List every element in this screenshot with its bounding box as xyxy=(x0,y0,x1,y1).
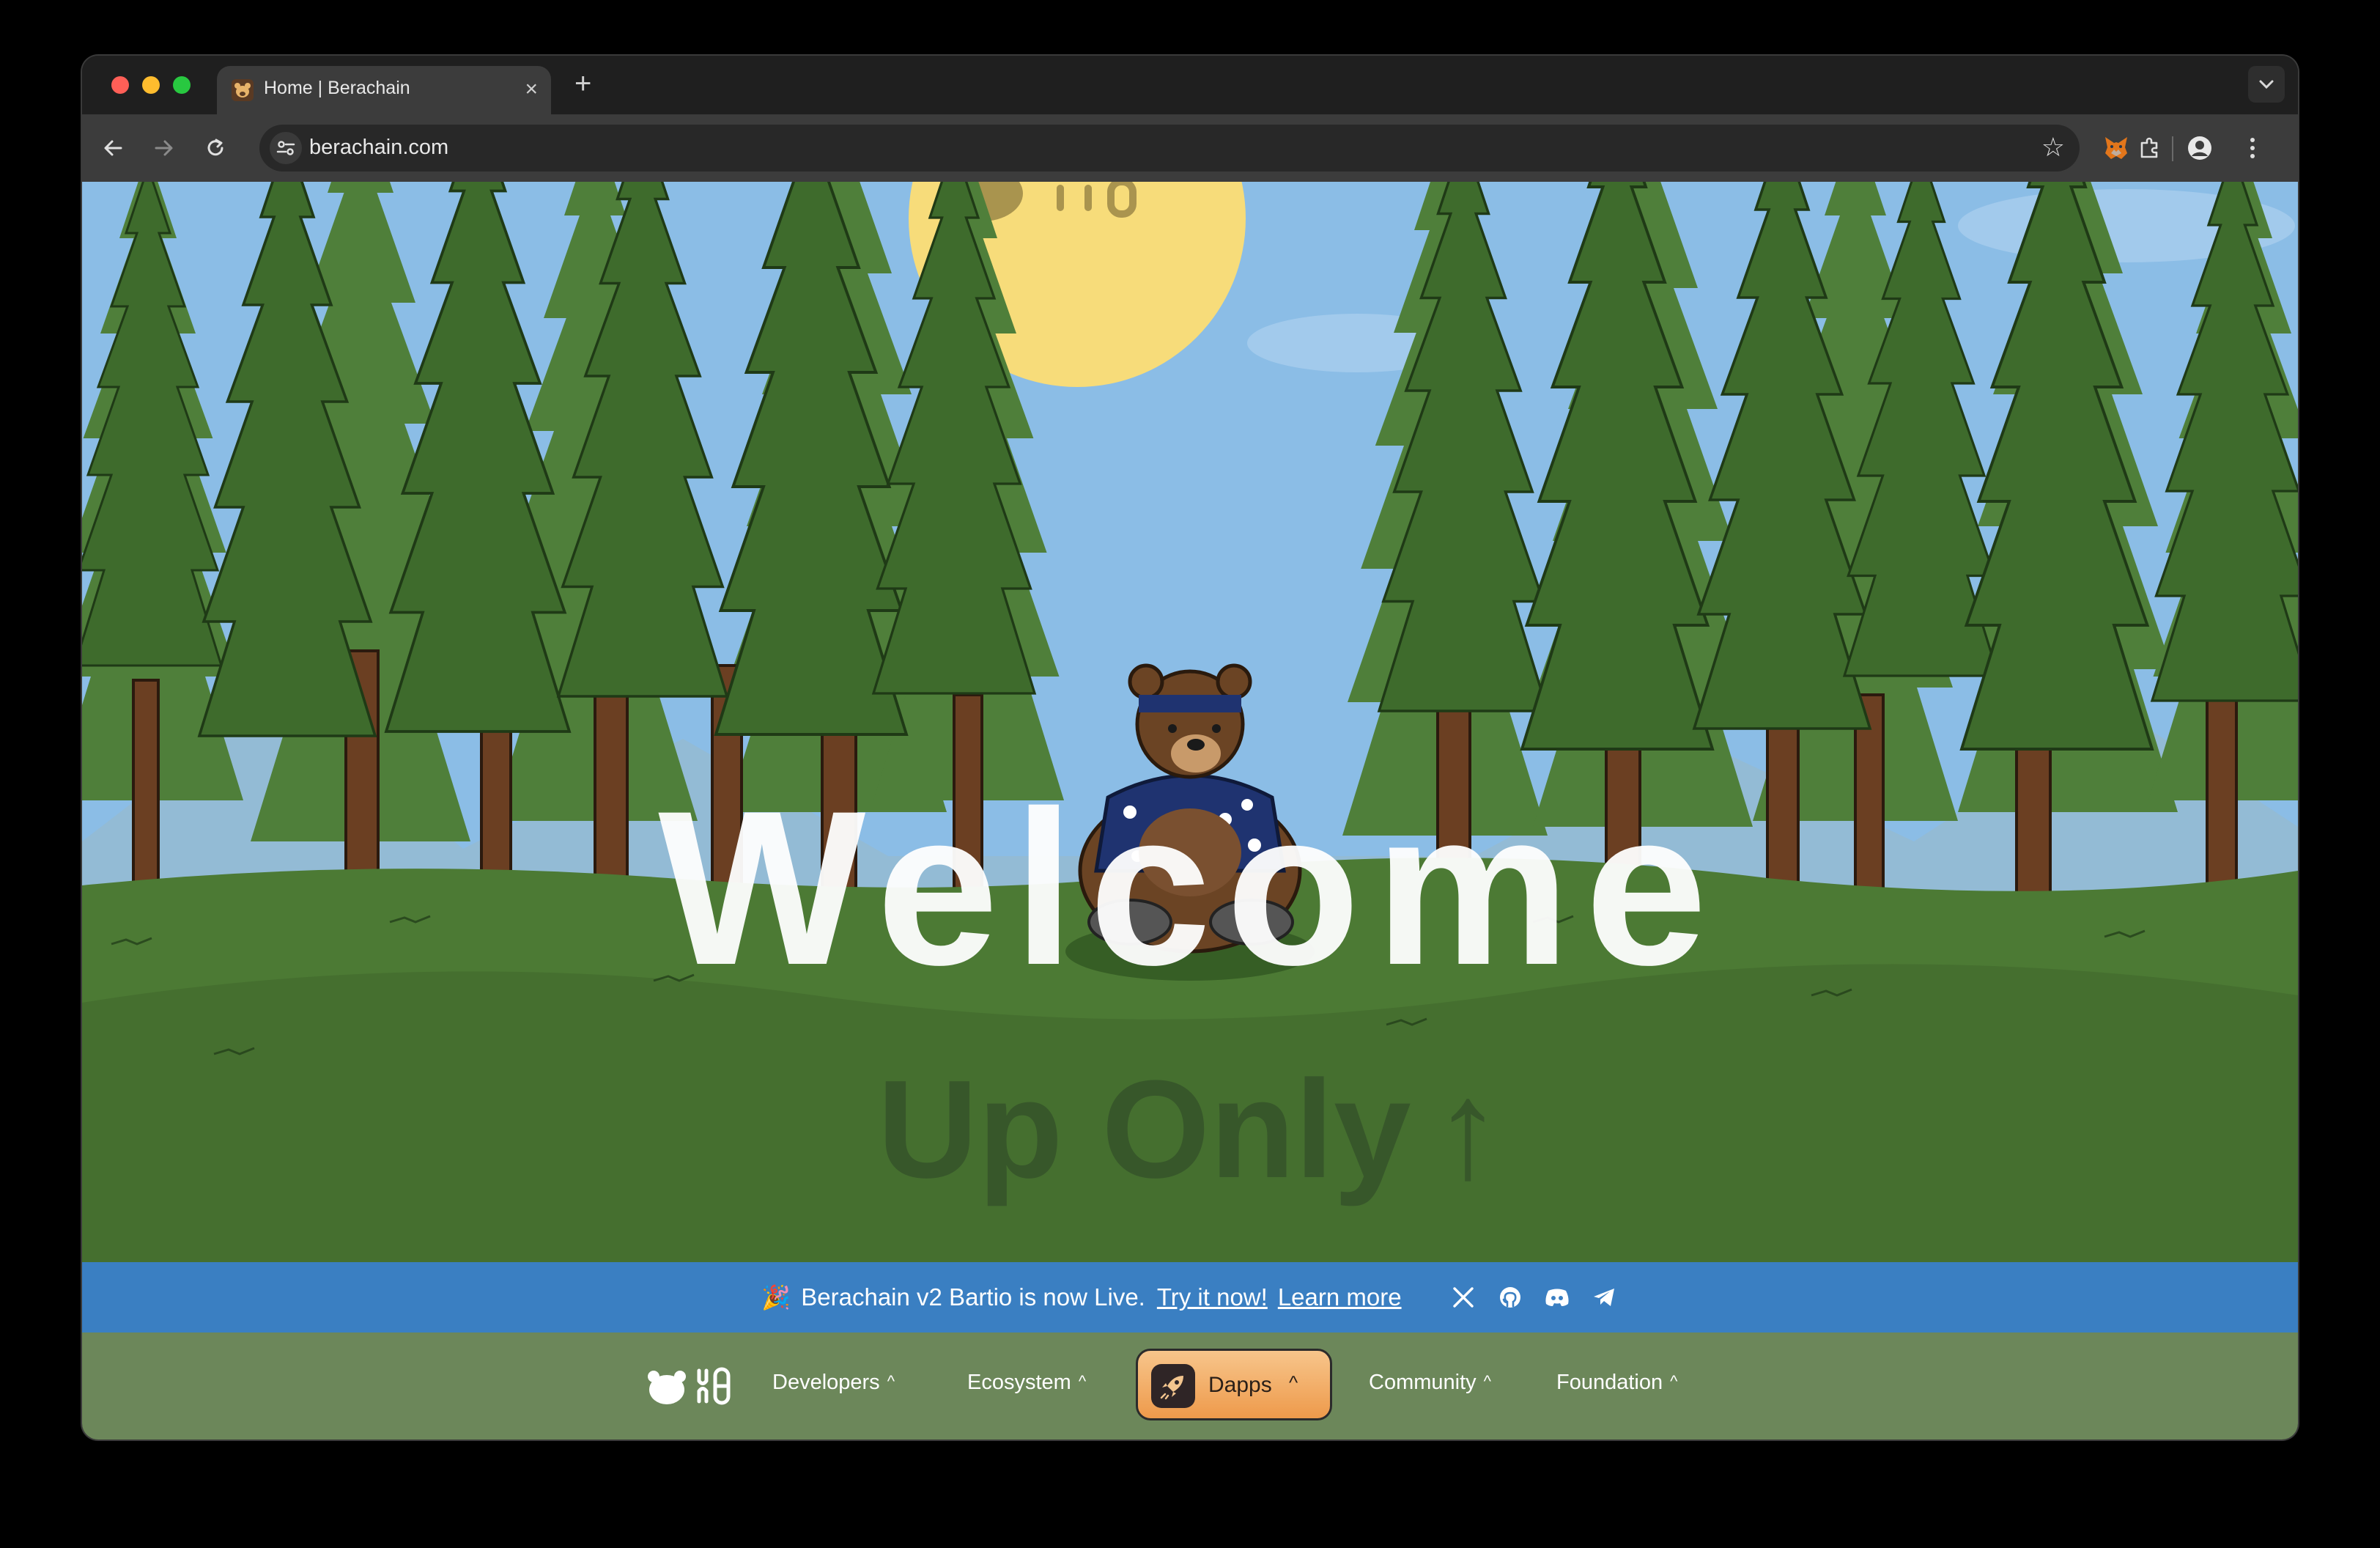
nav-ecosystem-label: Ecosystem xyxy=(967,1371,1071,1394)
nav-community[interactable]: Community ^ xyxy=(1369,1371,1491,1395)
nav-dapps-label: Dapps xyxy=(1208,1373,1272,1397)
up-arrow-icon: ↑ xyxy=(1433,1052,1503,1207)
reload-icon[interactable] xyxy=(199,132,232,164)
close-window-button[interactable] xyxy=(111,76,129,94)
tab-close-icon[interactable]: × xyxy=(525,76,538,103)
announcement-message: Berachain v2 Bartio is now Live. xyxy=(801,1283,1145,1311)
extensions-puzzle-icon[interactable] xyxy=(2134,132,2166,164)
rocket-icon xyxy=(1151,1364,1195,1408)
tab-title: Home | Berachain xyxy=(264,78,410,98)
new-tab-icon[interactable]: + xyxy=(574,67,591,100)
berachain-favicon-icon xyxy=(232,79,254,101)
nav-developers[interactable]: Developers ^ xyxy=(772,1371,895,1395)
minimize-window-button[interactable] xyxy=(142,76,160,94)
nav-foundation[interactable]: Foundation ^ xyxy=(1556,1371,1677,1395)
bottom-navigation: Developers ^ Ecosystem ^ Dapps ^ Community… xyxy=(82,1333,2298,1440)
learn-more-link[interactable]: Learn more xyxy=(1278,1283,1402,1311)
berachain-logo-icon[interactable] xyxy=(646,1362,734,1410)
hero-headline-text: Up Only xyxy=(877,1052,1411,1207)
chevron-up-icon: ^ xyxy=(1483,1372,1491,1390)
chevron-up-icon: ^ xyxy=(887,1372,895,1390)
github-icon[interactable] xyxy=(1496,1283,1525,1312)
chevron-up-icon: ^ xyxy=(1289,1371,1298,1393)
toolbar-divider xyxy=(2172,136,2173,161)
nav-foundation-label: Foundation xyxy=(1556,1371,1663,1394)
tab-home-berachain[interactable]: Home | Berachain × xyxy=(217,66,551,114)
chevron-up-icon: ^ xyxy=(1078,1372,1087,1390)
hero-headline: Up Only ↑ xyxy=(82,1050,2298,1209)
nav-community-label: Community xyxy=(1369,1371,1477,1394)
zoom-window-button[interactable] xyxy=(173,76,191,94)
metamask-extension-icon[interactable] xyxy=(2100,132,2132,164)
bookmark-star-icon[interactable]: ☆ xyxy=(2041,130,2065,164)
browser-toolbar: berachain.com ☆ xyxy=(82,114,2298,182)
back-arrow-icon[interactable] xyxy=(97,132,129,164)
site-info-icon[interactable] xyxy=(270,132,302,164)
kebab-menu-icon[interactable] xyxy=(2236,132,2269,164)
announcement-banner: 🎉 Berachain v2 Bartio is now Live. Try i… xyxy=(82,1262,2298,1333)
chevron-up-icon: ^ xyxy=(1670,1372,1678,1390)
forward-arrow-icon[interactable] xyxy=(148,132,180,164)
browser-window: Home | Berachain × + berachain.com ☆ Wel… xyxy=(82,56,2298,1440)
tab-strip: Home | Berachain × + xyxy=(82,56,2298,114)
address-bar[interactable]: berachain.com ☆ xyxy=(259,125,2080,172)
discord-icon[interactable] xyxy=(1542,1283,1572,1312)
party-popper-icon: 🎉 xyxy=(761,1284,791,1311)
try-it-now-link[interactable]: Try it now! xyxy=(1157,1283,1268,1311)
url-text[interactable]: berachain.com xyxy=(309,136,448,160)
profile-icon[interactable] xyxy=(2184,132,2216,164)
x-icon[interactable] xyxy=(1449,1283,1478,1312)
page-content: Welcome Up Only ↑ 🎉 Berachain v2 Bartio i… xyxy=(82,182,2298,1440)
nav-ecosystem[interactable]: Ecosystem ^ xyxy=(967,1371,1086,1395)
nav-developers-label: Developers xyxy=(772,1371,880,1394)
nav-dapps-button[interactable]: Dapps ^ xyxy=(1136,1349,1332,1420)
hero-background-word: Welcome xyxy=(658,764,1722,1011)
tab-search-icon[interactable] xyxy=(2248,66,2285,103)
social-links xyxy=(1431,1283,1619,1312)
telegram-icon[interactable] xyxy=(1589,1283,1619,1312)
